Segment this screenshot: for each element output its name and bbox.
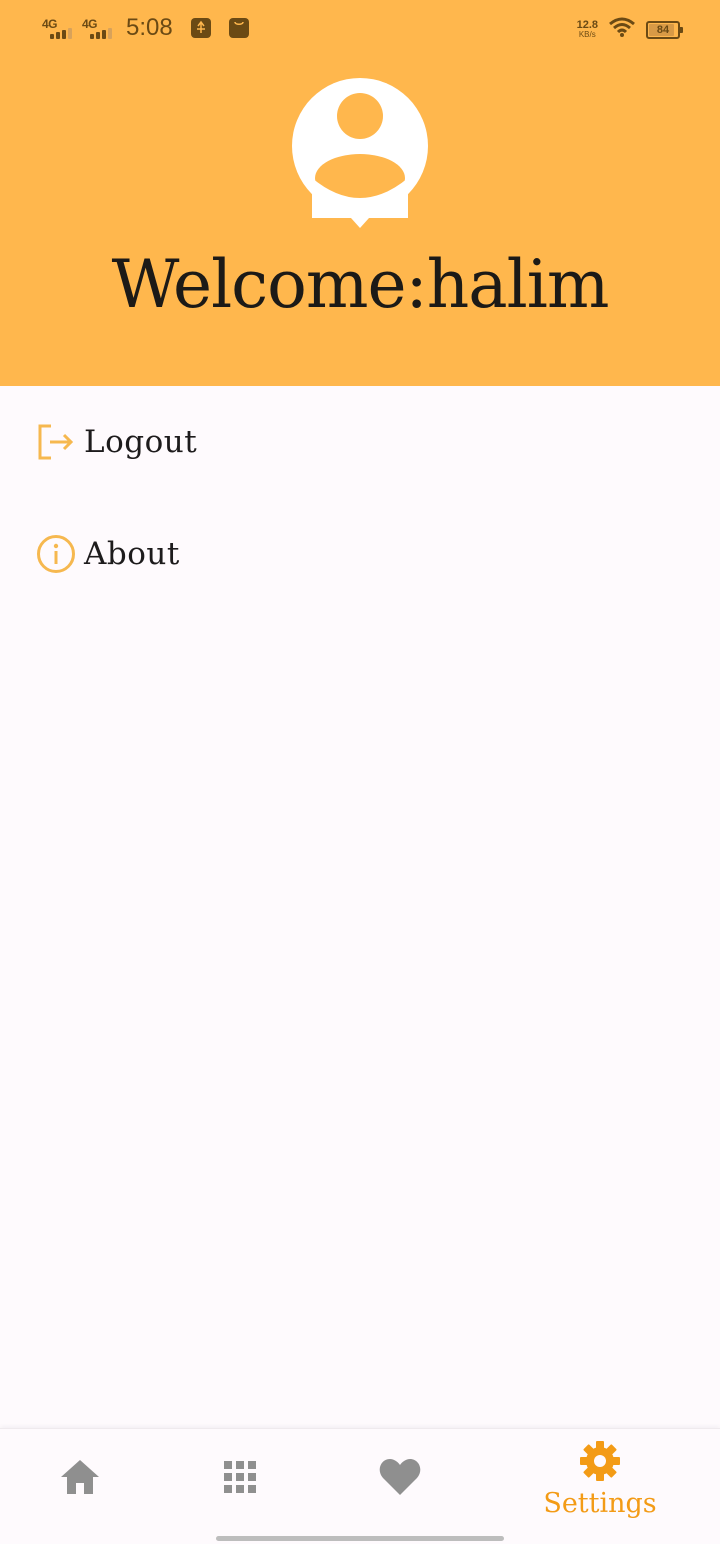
wifi-icon [608,16,636,43]
about-label: About [84,536,180,572]
signal-icon: 4G [82,15,114,41]
shopping-bag-icon [228,18,249,38]
network-speed: 12.8 KB/s [576,18,598,39]
heart-icon [378,1457,422,1501]
battery-level: 84 [656,23,670,36]
bottom-navigation: Settings [0,1428,720,1544]
info-icon [36,534,76,574]
account-circle-icon [292,78,428,230]
signal-icon: 4G [42,15,74,41]
logout-menu-item[interactable]: Logout [36,414,197,470]
home-icon [59,1458,101,1500]
nav-settings-label: Settings [543,1487,657,1519]
clock: 5:08 [126,14,173,41]
home-indicator[interactable] [216,1536,504,1541]
about-menu-item[interactable]: About [36,526,180,582]
nav-apps[interactable] [170,1429,310,1529]
logout-label: Logout [84,424,198,460]
usb-icon [190,18,211,38]
apps-icon [223,1460,257,1498]
battery-icon: 84 [646,20,683,39]
status-bar: 4G 4G 5:08 12.8 KB/s 84 [0,0,720,58]
nav-settings[interactable]: Settings [530,1429,670,1529]
nav-home[interactable] [10,1429,150,1529]
profile-header: Welcome:halim [0,58,720,386]
settings-icon [579,1440,621,1486]
welcome-title: Welcome:halim [111,246,610,323]
nav-favorites[interactable] [330,1429,470,1529]
logout-icon [36,422,76,462]
